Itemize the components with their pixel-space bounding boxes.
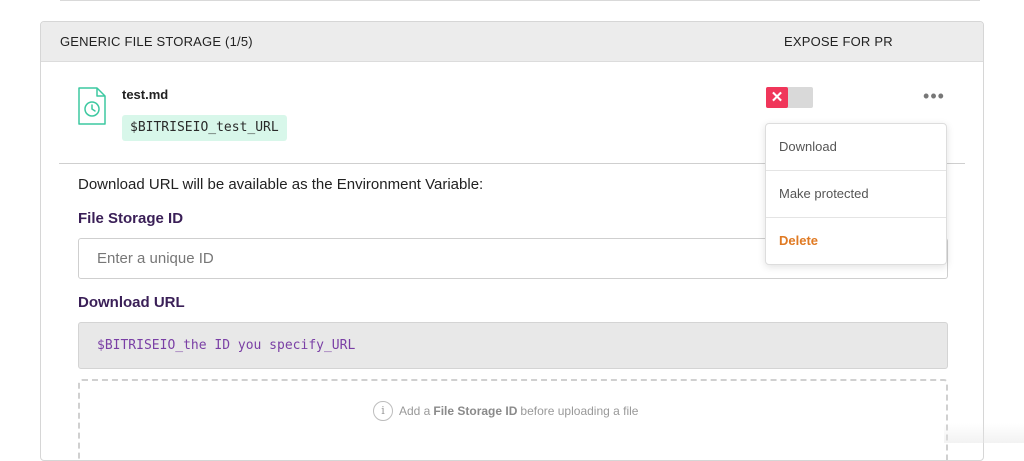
helper-text: Download URL will be available as the En… (78, 176, 483, 193)
more-options-button[interactable]: ••• (917, 85, 951, 109)
menu-item-make-protected[interactable]: Make protected (766, 171, 946, 218)
more-options-menu: Download Make protected Delete (765, 123, 947, 265)
upload-hint-suffix: before uploading a file (520, 404, 638, 418)
expose-for-pr-header: EXPOSE FOR PR (784, 34, 893, 49)
expose-for-pr-toggle[interactable]: ✕ (766, 87, 813, 108)
upload-dropzone[interactable]: i Add a File Storage ID before uploading… (78, 379, 948, 461)
menu-item-delete[interactable]: Delete (766, 218, 946, 265)
panel-title: GENERIC FILE STORAGE (1/5) (60, 34, 253, 49)
file-clock-icon (77, 86, 107, 126)
env-variable-badge: $BITRISEIO_test_URL (122, 115, 287, 141)
top-divider (60, 0, 980, 1)
upload-hint-prefix: Add a (399, 404, 430, 418)
download-url-label: Download URL (78, 294, 185, 311)
upload-hint-bold: File Storage ID (433, 404, 517, 418)
upload-hint: i Add a File Storage ID before uploading… (373, 401, 638, 421)
panel-header: GENERIC FILE STORAGE (1/5) EXPOSE FOR PR (41, 22, 983, 62)
download-url-value: $BITRISEIO_the ID you specify_URL (78, 322, 948, 369)
close-icon: ✕ (766, 87, 788, 108)
file-name: test.md (122, 87, 168, 102)
file-storage-id-label: File Storage ID (78, 210, 183, 227)
corner-shadow (944, 423, 1024, 443)
info-icon: i (373, 401, 393, 421)
menu-item-download[interactable]: Download (766, 124, 946, 171)
